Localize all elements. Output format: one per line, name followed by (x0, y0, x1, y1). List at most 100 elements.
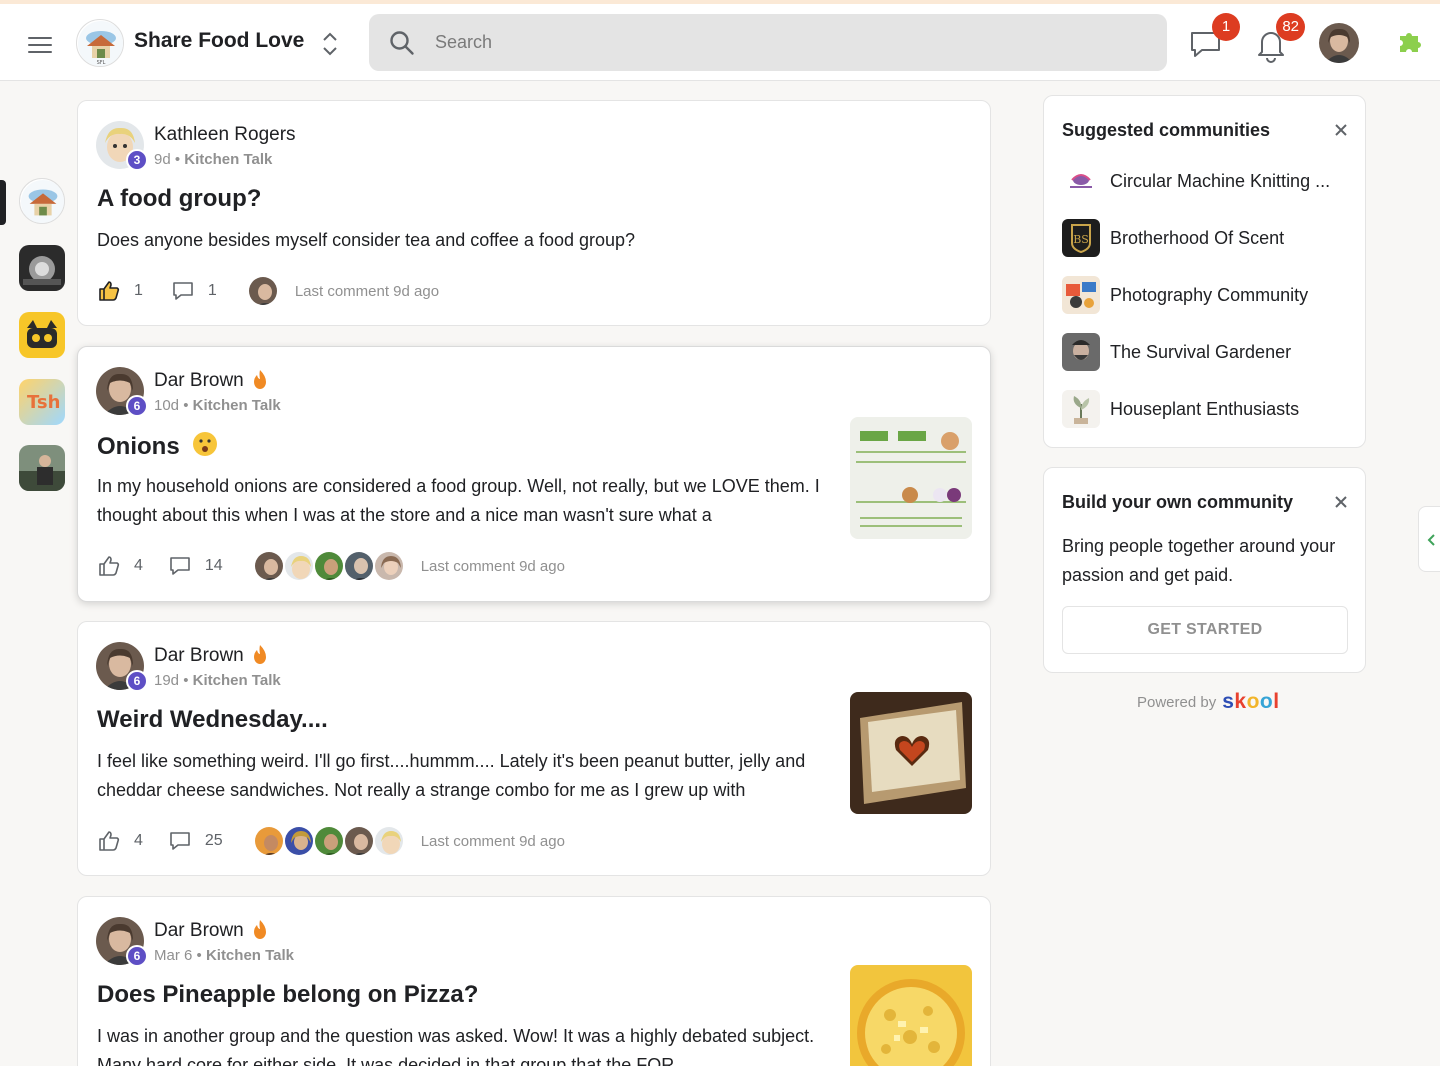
post-body: In my household onions are considered a … (97, 476, 820, 525)
close-icon[interactable] (1333, 122, 1349, 138)
post-category[interactable]: Kitchen Talk (193, 397, 281, 414)
post-title[interactable]: Onions (97, 431, 218, 461)
commenter-avatar[interactable] (252, 550, 285, 582)
rail-active-indicator (0, 180, 6, 225)
last-comment: Last comment 9d ago (420, 557, 565, 575)
commenter-avatar[interactable] (372, 825, 405, 857)
svg-text:Tsh: Tsh (27, 392, 60, 413)
comment-icon (170, 832, 190, 850)
commenter-avatar[interactable] (282, 550, 315, 582)
suggested-title: Suggested communities (1062, 120, 1271, 140)
level-badge: 6 (126, 395, 148, 417)
community-name: Photography Community (1110, 285, 1309, 305)
sidebar-toggle-tab[interactable] (1418, 506, 1440, 572)
group-switcher-icon[interactable] (320, 30, 340, 58)
level-badge: 6 (126, 945, 148, 967)
post-card[interactable]: 6 Dar Brown 10d • Kitchen Talk Onions In… (77, 346, 991, 602)
post-title[interactable]: Weird Wednesday.... (97, 706, 328, 734)
commenter-avatar[interactable] (312, 550, 345, 582)
svg-text:SFL: SFL (97, 60, 106, 66)
meta-separator: • (179, 672, 193, 689)
meta-separator: • (179, 397, 193, 414)
author-name[interactable]: Kathleen Rogers (154, 124, 296, 146)
chat-button[interactable]: 1 (1186, 13, 1240, 64)
post-meta: 19d • Kitchen Talk (154, 672, 281, 689)
commenter-avatar[interactable] (312, 825, 345, 857)
like-button[interactable]: 4 (97, 829, 143, 853)
post-category[interactable]: Kitchen Talk (184, 151, 272, 168)
post-card[interactable]: 6 Dar Brown 19d • Kitchen Talk Weird Wed… (77, 621, 991, 876)
community-name: Brotherhood Of Scent (1110, 228, 1285, 248)
build-title: Build your own community (1062, 492, 1294, 512)
community-item[interactable]: BS Brotherhood Of Scent (1062, 219, 1352, 259)
user-avatar[interactable] (1319, 23, 1359, 63)
author-name[interactable]: Dar Brown (154, 370, 244, 392)
menu-icon[interactable] (28, 37, 52, 55)
post-card[interactable]: 6 Dar Brown Mar 6 • Kitchen Talk Does Pi… (77, 896, 991, 1066)
chat-badge: 1 (1212, 13, 1240, 41)
search-input[interactable] (435, 26, 1135, 58)
community-item[interactable]: Circular Machine Knitting ... (1062, 162, 1352, 202)
post-body: Does anyone besides myself consider tea … (97, 230, 636, 250)
post-title-text: Onions (97, 433, 180, 460)
commenter-avatar[interactable] (252, 825, 285, 857)
group-logo[interactable]: SFL (76, 19, 124, 67)
community-item[interactable]: Houseplant Enthusiasts (1062, 390, 1352, 430)
extension-puzzle-icon[interactable] (1396, 26, 1426, 61)
skool-letter: o (1246, 690, 1260, 713)
author-name[interactable]: Dar Brown (154, 920, 244, 942)
commenter-avatar[interactable] (342, 825, 375, 857)
post-meta: 10d • Kitchen Talk (154, 397, 281, 414)
powered-by-label: Powered by (1137, 693, 1217, 711)
thumbs-up-icon (99, 831, 120, 851)
like-button[interactable]: 1 (97, 279, 143, 303)
rail-community-2[interactable] (19, 245, 65, 291)
like-button[interactable]: 4 (97, 554, 143, 578)
post-thumbnail[interactable] (850, 417, 972, 539)
top-header: SFL Share Food Love 1 82 (0, 4, 1440, 81)
post-category[interactable]: Kitchen Talk (206, 947, 294, 964)
powered-by[interactable]: Powered by skool (1137, 690, 1280, 714)
comment-button[interactable]: 14 (168, 554, 223, 578)
comment-icon (173, 282, 193, 300)
post-title[interactable]: Does Pineapple belong on Pizza? (97, 981, 478, 1009)
commenter-avatars (252, 550, 405, 582)
post-title[interactable]: A food group? (97, 185, 261, 213)
post-card[interactable]: 3 Kathleen Rogers 9d • Kitchen Talk A fo… (77, 100, 991, 326)
commenter-avatar[interactable] (372, 550, 405, 582)
group-title[interactable]: Share Food Love (134, 29, 304, 53)
commenter-avatar[interactable] (342, 550, 375, 582)
post-meta: Mar 6 • Kitchen Talk (154, 947, 294, 964)
thumbs-up-icon (99, 556, 120, 576)
svg-text:BS: BS (1073, 233, 1089, 246)
search-bar[interactable] (369, 14, 1167, 71)
meta-separator: • (192, 947, 206, 964)
commenter-avatar[interactable] (246, 275, 279, 307)
skool-letter: l (1273, 690, 1280, 713)
build-description: Bring people together around your passio… (1062, 536, 1336, 585)
post-time: 19d (154, 672, 180, 689)
comment-button[interactable]: 25 (168, 829, 223, 853)
community-item[interactable]: Photography Community (1062, 276, 1352, 316)
commenter-avatar[interactable] (282, 825, 315, 857)
comment-button[interactable]: 1 (171, 279, 217, 303)
community-name: Houseplant Enthusiasts (1110, 399, 1300, 419)
community-icon (1062, 276, 1100, 314)
community-item[interactable]: The Survival Gardener (1062, 333, 1352, 373)
rail-community-3[interactable] (19, 312, 65, 358)
commenter-avatars (252, 825, 405, 857)
post-thumbnail[interactable] (850, 965, 972, 1066)
rail-community-5[interactable] (19, 445, 65, 491)
notifications-button[interactable]: 82 (1251, 13, 1305, 64)
get-started-button[interactable]: GET STARTED (1062, 606, 1348, 654)
rail-community-share-food-love[interactable] (19, 178, 65, 224)
post-thumbnail[interactable] (850, 692, 972, 814)
close-icon[interactable] (1333, 494, 1349, 510)
post-actions: 4 25 Last comment 9d ago (97, 825, 565, 857)
post-category[interactable]: Kitchen Talk (193, 672, 281, 689)
post-meta: 9d • Kitchen Talk (154, 151, 272, 168)
rail-community-tsh[interactable]: Tsh (19, 379, 65, 425)
comment-count: 14 (204, 557, 223, 574)
author-name[interactable]: Dar Brown (154, 645, 244, 667)
post-time: Mar 6 (154, 947, 193, 964)
